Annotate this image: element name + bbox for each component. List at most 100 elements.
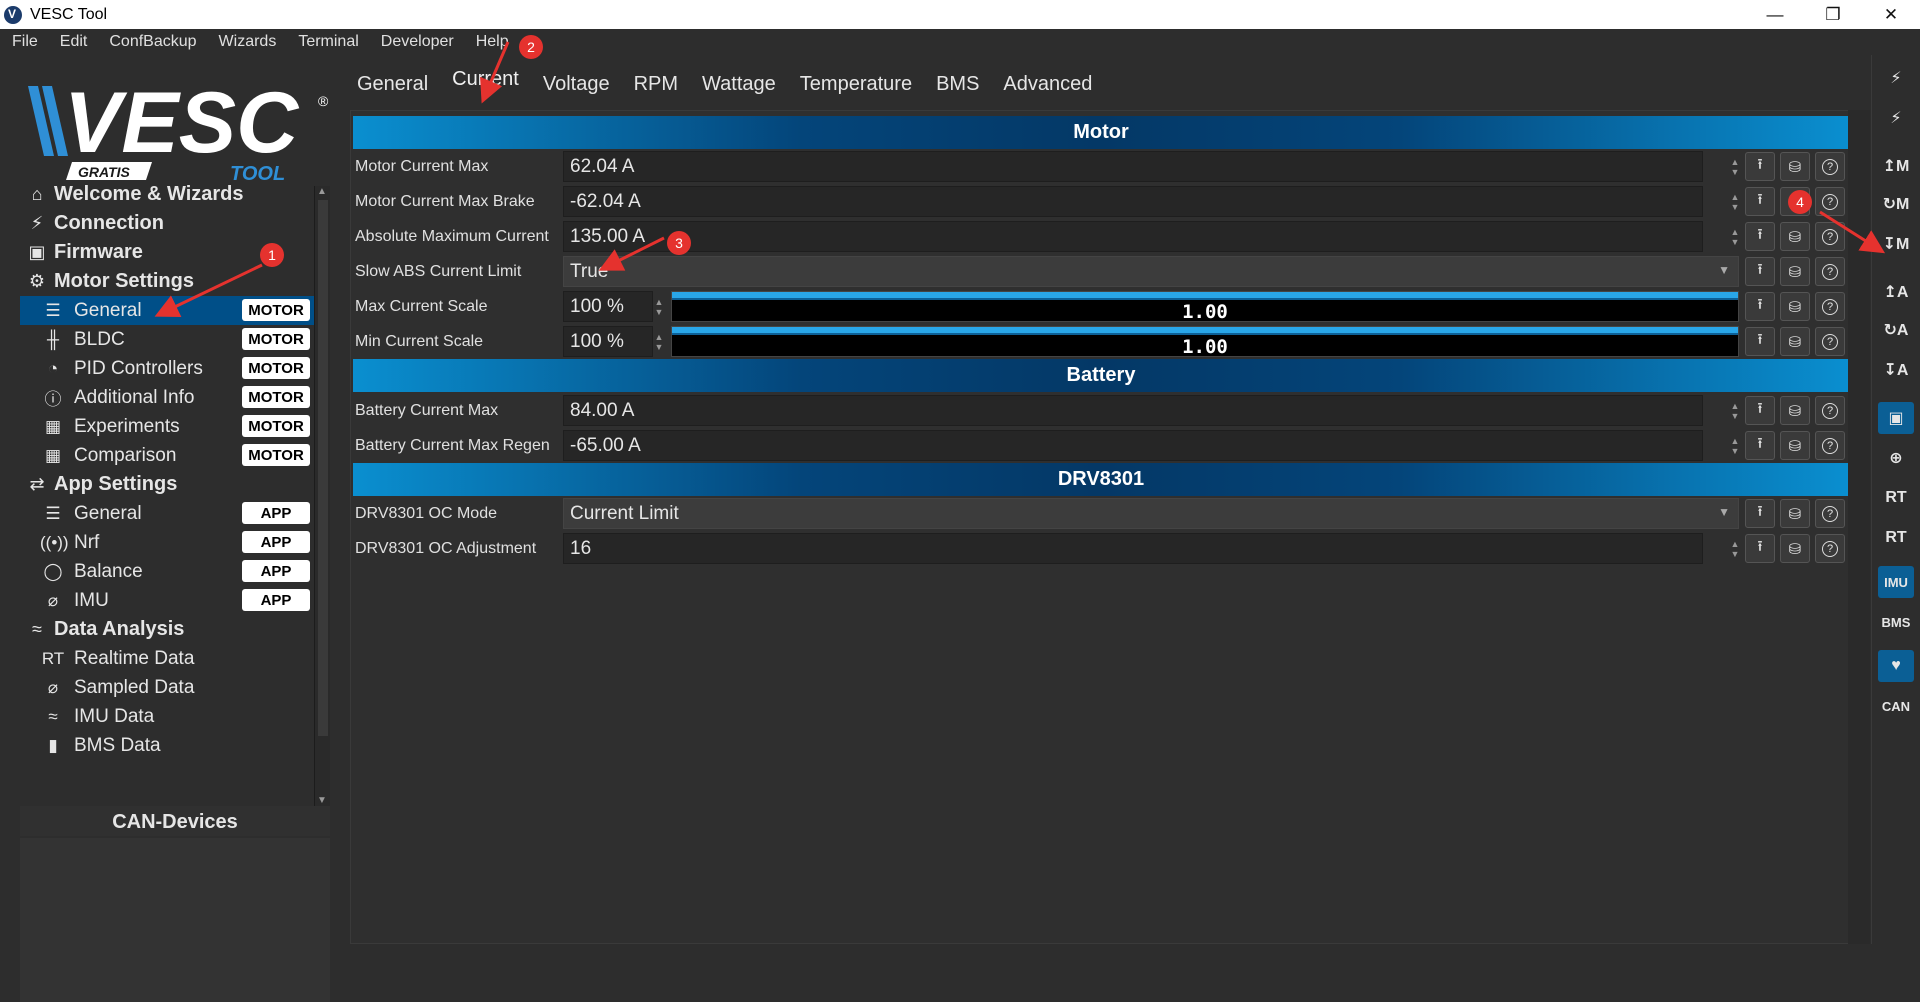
nav-item-additional-info[interactable]: ⓘ Additional Info MOTOR xyxy=(20,383,316,412)
param-help-button[interactable]: ? xyxy=(1815,396,1845,425)
read-default-param-button[interactable]: ⛁ xyxy=(1780,396,1810,425)
nav-category-welcome-wizards[interactable]: ⌂ Welcome & Wizards xyxy=(20,182,316,209)
spinbox-arrows[interactable]: ▲ ▼ xyxy=(1727,186,1743,217)
nav-item-bms-data[interactable]: ▮ BMS Data xyxy=(20,731,316,755)
menu-developer[interactable]: Developer xyxy=(381,33,454,51)
read-default-param-button[interactable]: ⛁ xyxy=(1780,534,1810,563)
tab-voltage[interactable]: Voltage xyxy=(529,61,624,101)
param-help-button[interactable]: ? xyxy=(1815,222,1845,251)
spin-up-icon[interactable]: ▲ xyxy=(655,297,664,307)
nav-item-bldc[interactable]: ╫ BLDC MOTOR xyxy=(20,325,316,354)
tab-rpm[interactable]: RPM xyxy=(620,61,692,101)
battery-current-max-input[interactable]: 84.00 A xyxy=(563,395,1703,426)
spinbox-arrows[interactable]: ▲ ▼ xyxy=(1727,533,1743,564)
spin-down-icon[interactable]: ▼ xyxy=(1731,446,1740,456)
spin-down-icon[interactable]: ▼ xyxy=(1731,411,1740,421)
menu-file[interactable]: File xyxy=(12,33,38,51)
absolute-maximum-current-input[interactable]: 135.00 A xyxy=(563,221,1703,252)
nav-category-app-settings[interactable]: ⇄ App Settings xyxy=(20,470,316,499)
nav-item-imu[interactable]: ⌀ IMU APP xyxy=(20,586,316,615)
tab-general[interactable]: General xyxy=(343,61,442,101)
upload-param-button[interactable]: ⭱ xyxy=(1745,396,1775,425)
nav-item-balance[interactable]: ◯ Balance APP xyxy=(20,557,316,586)
max-current-scale-bar[interactable]: 1.00 xyxy=(671,291,1739,323)
write-app-config-button[interactable]: ↧A xyxy=(1878,354,1914,386)
upload-param-button[interactable]: ⭱ xyxy=(1745,327,1775,356)
nav-item-comparison[interactable]: ▦ Comparison MOTOR xyxy=(20,441,316,470)
nav-item-general[interactable]: ☰ General MOTOR xyxy=(20,296,316,325)
read-default-param-button[interactable]: ⛁ xyxy=(1780,292,1810,321)
upload-param-button[interactable]: ⭱ xyxy=(1745,431,1775,460)
read-default-param-button[interactable]: ⛁ xyxy=(1780,327,1810,356)
nav-category-data-analysis[interactable]: ≈ Data Analysis xyxy=(20,615,316,644)
upload-param-button[interactable]: ⭱ xyxy=(1745,222,1775,251)
tab-current[interactable]: Current xyxy=(438,61,533,101)
can-network-button[interactable]: ▣ xyxy=(1878,402,1914,434)
spinbox-arrows[interactable]: ▲ ▼ xyxy=(1727,430,1743,461)
imu-button[interactable]: IMU xyxy=(1878,566,1914,598)
drv8301-oc-adjustment-input[interactable]: 16 xyxy=(563,533,1703,564)
upload-param-button[interactable]: ⭱ xyxy=(1745,152,1775,181)
upload-param-button[interactable]: ⭱ xyxy=(1745,292,1775,321)
nav-item-nrf[interactable]: ((•)) Nrf APP xyxy=(20,528,316,557)
menu-edit[interactable]: Edit xyxy=(60,33,88,51)
read-default-app-config-button[interactable]: ↻A xyxy=(1878,314,1914,346)
spinbox-arrows[interactable]: ▲ ▼ xyxy=(651,291,667,322)
minimize-button[interactable]: — xyxy=(1746,0,1804,29)
min-current-scale-input[interactable]: 100 % xyxy=(563,326,653,357)
menu-confbackup[interactable]: ConfBackup xyxy=(109,33,196,51)
spin-down-icon[interactable]: ▼ xyxy=(1731,167,1740,177)
read-default-motor-config-button[interactable]: ↻M xyxy=(1878,188,1914,220)
tab-wattage[interactable]: Wattage xyxy=(688,61,790,101)
slow-abs-current-limit-select[interactable]: True ▼ xyxy=(563,256,1739,287)
read-motor-config-button[interactable]: ↥M xyxy=(1878,150,1914,182)
tab-advanced[interactable]: Advanced xyxy=(989,61,1106,101)
main-scrollbar[interactable] xyxy=(1848,110,1870,944)
nav-item-realtime-data[interactable]: RT Realtime Data xyxy=(20,644,316,673)
nav-item-pid-controllers[interactable]: ◔ PID Controllers MOTOR xyxy=(20,354,316,383)
nav-item-sampled-data[interactable]: ⌀ Sampled Data xyxy=(20,673,316,702)
spin-up-icon[interactable]: ▲ xyxy=(1731,157,1740,167)
upload-param-button[interactable]: ⭱ xyxy=(1745,534,1775,563)
spin-up-icon[interactable]: ▲ xyxy=(1731,401,1740,411)
read-default-param-button[interactable]: ⛁ xyxy=(1780,499,1810,528)
param-help-button[interactable]: ? xyxy=(1815,327,1845,356)
upload-param-button[interactable]: ⭱ xyxy=(1745,499,1775,528)
menu-wizards[interactable]: Wizards xyxy=(219,33,277,51)
param-help-button[interactable]: ? xyxy=(1815,499,1845,528)
param-help-button[interactable]: ? xyxy=(1815,187,1845,216)
gamepad-button[interactable]: ⊕ xyxy=(1878,442,1914,474)
nav-scrollbar-thumb[interactable] xyxy=(318,200,328,736)
read-default-param-button[interactable]: ⛁ xyxy=(1780,431,1810,460)
bms-button[interactable]: BMS xyxy=(1878,606,1914,638)
nav-item-imu-data[interactable]: ≈ IMU Data xyxy=(20,702,316,731)
scroll-down-icon[interactable]: ▼ xyxy=(317,795,327,806)
can-devices-list[interactable] xyxy=(20,838,330,1002)
param-help-button[interactable]: ? xyxy=(1815,534,1845,563)
min-current-scale-bar[interactable]: 1.00 xyxy=(671,326,1739,358)
write-motor-config-button[interactable]: ↧M xyxy=(1878,228,1914,260)
menu-help[interactable]: Help xyxy=(476,33,509,51)
spin-up-icon[interactable]: ▲ xyxy=(1731,539,1740,549)
close-button[interactable]: ✕ xyxy=(1862,0,1920,29)
spin-up-icon[interactable]: ▲ xyxy=(655,332,664,342)
can-button[interactable]: CAN xyxy=(1878,690,1914,722)
spin-down-icon[interactable]: ▼ xyxy=(1731,202,1740,212)
nav-category-connection[interactable]: ⚡ Connection xyxy=(20,209,316,238)
tab-bms[interactable]: BMS xyxy=(922,61,993,101)
param-help-button[interactable]: ? xyxy=(1815,431,1845,460)
heart-button[interactable]: ♥ xyxy=(1878,650,1914,682)
spin-down-icon[interactable]: ▼ xyxy=(655,307,664,317)
motor-current-max-brake-input[interactable]: -62.04 A xyxy=(563,186,1703,217)
connect-button[interactable]: ⚡ xyxy=(1878,62,1914,94)
realtime-data-button[interactable]: RT xyxy=(1878,482,1914,514)
spinbox-arrows[interactable]: ▲ ▼ xyxy=(1727,221,1743,252)
nav-item-general[interactable]: ☰ General APP xyxy=(20,499,316,528)
param-help-button[interactable]: ? xyxy=(1815,257,1845,286)
realtime-app-data-button[interactable]: RT xyxy=(1878,522,1914,554)
param-help-button[interactable]: ? xyxy=(1815,292,1845,321)
read-default-param-button[interactable]: ⛁ xyxy=(1780,152,1810,181)
disconnect-button[interactable]: ⚡ xyxy=(1878,102,1914,134)
tab-temperature[interactable]: Temperature xyxy=(786,61,926,101)
spin-down-icon[interactable]: ▼ xyxy=(1731,549,1740,559)
